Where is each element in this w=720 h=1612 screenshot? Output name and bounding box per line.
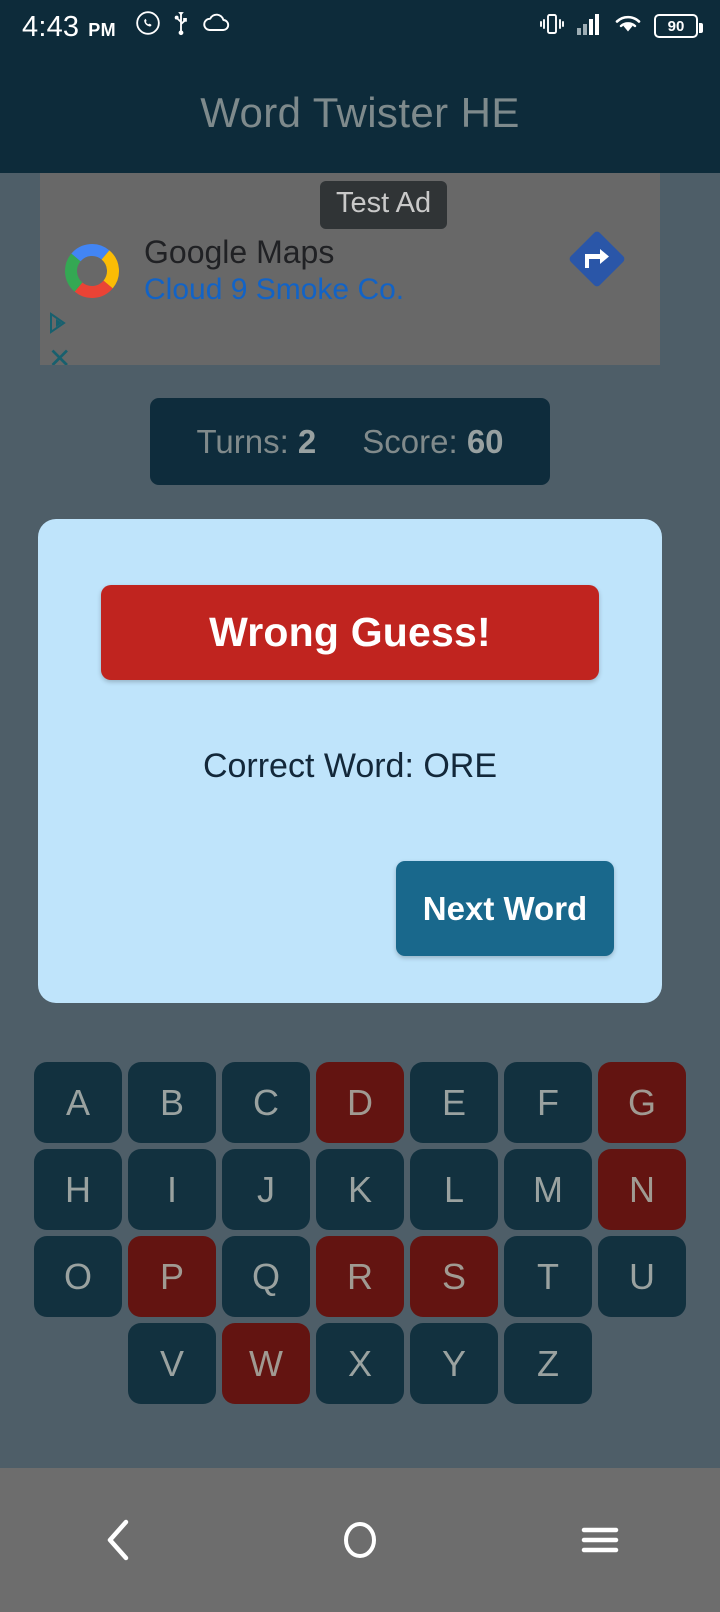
signal-icon (576, 12, 602, 41)
result-banner-label: Wrong Guess! (209, 609, 491, 655)
battery-icon: 90 (654, 14, 703, 38)
vibrate-icon (539, 11, 565, 42)
key-l[interactable]: L (410, 1149, 498, 1230)
turns-display: Turns: 2 (196, 423, 316, 461)
key-d: D (316, 1062, 404, 1143)
ad-banner[interactable]: Test Ad Google Maps Cloud 9 Smoke Co. ✕ (40, 173, 660, 365)
key-g: G (598, 1062, 686, 1143)
status-time: 4:43 (22, 11, 80, 43)
key-e[interactable]: E (410, 1062, 498, 1143)
key-w: W (222, 1323, 310, 1404)
status-bar-left: 4:43 PM (22, 10, 231, 42)
cloud-icon (201, 12, 231, 39)
key-p: P (128, 1236, 216, 1317)
score-value: 60 (466, 422, 504, 460)
page-title: Word Twister HE (200, 88, 520, 136)
score-display: Score: 60 (362, 423, 503, 461)
turns-label: Turns: (196, 422, 289, 460)
whatsapp-icon (135, 10, 161, 41)
next-word-button[interactable]: Next Word (396, 861, 614, 956)
back-chevron-icon[interactable] (60, 1500, 180, 1580)
next-word-button-label: Next Word (422, 889, 588, 927)
turns-value: 2 (297, 422, 317, 460)
key-x[interactable]: X (316, 1323, 404, 1404)
battery-level-label: 90 (667, 17, 685, 35)
status-notification-icons (135, 10, 231, 41)
key-z[interactable]: Z (504, 1323, 592, 1404)
home-circle-icon[interactable] (300, 1500, 420, 1580)
key-n: N (598, 1149, 686, 1230)
navigation-arrow-icon[interactable] (566, 228, 628, 290)
ad-text: Google Maps Cloud 9 Smoke Co. (144, 234, 405, 306)
adchoices-icon[interactable] (48, 311, 74, 340)
key-row: OPQRSTU (34, 1236, 686, 1317)
status-bar: 4:43 PM 90 (0, 0, 720, 52)
menu-hamburger-icon[interactable] (540, 1500, 660, 1580)
ad-close-icon[interactable]: ✕ (48, 345, 71, 366)
key-k[interactable]: K (316, 1149, 404, 1230)
ad-subtitle: Cloud 9 Smoke Co. (144, 272, 405, 306)
result-banner: Wrong Guess! (101, 585, 599, 680)
correct-word-text: Correct Word: ORE (202, 747, 498, 785)
key-m[interactable]: M (504, 1149, 592, 1230)
google-maps-logo-icon (62, 241, 122, 301)
key-f[interactable]: F (504, 1062, 592, 1143)
key-a[interactable]: A (34, 1062, 122, 1143)
key-s: S (410, 1236, 498, 1317)
wifi-icon (613, 12, 643, 41)
key-r: R (316, 1236, 404, 1317)
key-i[interactable]: I (128, 1149, 216, 1230)
key-t[interactable]: T (504, 1236, 592, 1317)
ad-headline: Google Maps (144, 234, 335, 270)
key-row: ABCDEFG (34, 1062, 686, 1143)
app-bar: Word Twister HE (0, 52, 720, 173)
key-q[interactable]: Q (222, 1236, 310, 1317)
system-nav-bar (0, 1468, 720, 1612)
status-bar-right: 90 (539, 11, 703, 42)
ad-test-badge: Test Ad (320, 181, 448, 230)
score-bar: Turns: 2 Score: 60 (150, 398, 550, 485)
score-label: Score: (362, 422, 458, 460)
usb-icon (172, 10, 190, 41)
result-dialog: Wrong Guess! Correct Word: ORE Next Word (38, 519, 662, 1003)
ad-content: Google Maps Cloud 9 Smoke Co. (62, 234, 405, 306)
letter-keyboard: ABCDEFGHIJKLMNOPQRSTUVWXYZ (0, 1062, 720, 1404)
key-v[interactable]: V (128, 1323, 216, 1404)
status-ampm: PM (88, 20, 117, 40)
key-y[interactable]: Y (410, 1323, 498, 1404)
key-j[interactable]: J (222, 1149, 310, 1230)
key-o[interactable]: O (34, 1236, 122, 1317)
key-h[interactable]: H (34, 1149, 122, 1230)
app-screen: 4:43 PM 90 Word Twister HE Test Ad Googl… (0, 0, 720, 1612)
key-row: VWXYZ (128, 1323, 592, 1404)
key-b[interactable]: B (128, 1062, 216, 1143)
key-c[interactable]: C (222, 1062, 310, 1143)
key-row: HIJKLMN (34, 1149, 686, 1230)
key-u[interactable]: U (598, 1236, 686, 1317)
